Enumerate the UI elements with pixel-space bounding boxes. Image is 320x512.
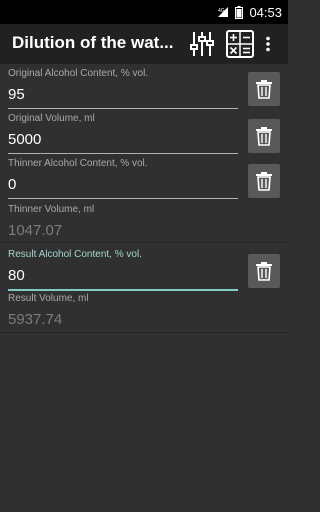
original-volume-label: Original Volume, ml bbox=[8, 113, 95, 124]
status-bar: 4G 04:53 bbox=[0, 0, 288, 24]
original-alcohol-label: Original Alcohol Content, % vol. bbox=[8, 68, 149, 79]
trash-icon bbox=[256, 127, 272, 146]
result-alcohol-input[interactable]: 80 bbox=[8, 266, 238, 285]
clear-result-alcohol-button[interactable] bbox=[248, 254, 280, 288]
clear-original-alcohol-button[interactable] bbox=[248, 72, 280, 106]
input-underline-focused bbox=[8, 289, 238, 291]
status-icons: 4G 04:53 bbox=[217, 0, 282, 24]
status-time: 04:53 bbox=[249, 4, 282, 20]
trash-icon bbox=[256, 80, 272, 99]
trash-icon bbox=[256, 262, 272, 281]
thinner-volume-field: Thinner Volume, ml 1047.07 bbox=[8, 204, 238, 240]
app-title: Dilution of the wat... bbox=[12, 33, 174, 52]
original-alcohol-input[interactable]: 95 bbox=[8, 85, 238, 104]
trash-icon bbox=[256, 172, 272, 191]
input-underline bbox=[8, 108, 238, 109]
thinner-volume-value: 1047.07 bbox=[8, 222, 63, 239]
form-content: Original Alcohol Content, % vol. 95 Orig… bbox=[0, 64, 288, 512]
result-volume-value: 5937.74 bbox=[8, 311, 63, 328]
thinner-alcohol-field[interactable]: Thinner Alcohol Content, % vol. 0 bbox=[8, 158, 238, 199]
original-volume-input[interactable]: 5000 bbox=[8, 130, 238, 149]
divider bbox=[0, 332, 288, 333]
signal-icon: 4G bbox=[218, 7, 229, 17]
svg-text:4G: 4G bbox=[218, 8, 225, 14]
input-underline bbox=[8, 198, 238, 199]
result-volume-label: Result Volume, ml bbox=[8, 293, 89, 304]
sliders-icon[interactable] bbox=[186, 28, 218, 60]
result-alcohol-field[interactable]: Result Alcohol Content, % vol. 80 bbox=[8, 249, 238, 291]
clear-original-volume-button[interactable] bbox=[248, 119, 280, 153]
original-volume-field[interactable]: Original Volume, ml 5000 bbox=[8, 113, 238, 154]
original-alcohol-field[interactable]: Original Alcohol Content, % vol. 95 bbox=[8, 68, 238, 109]
divider bbox=[0, 242, 288, 243]
thinner-alcohol-input[interactable]: 0 bbox=[8, 175, 238, 194]
more-vert-icon[interactable] bbox=[262, 36, 274, 52]
input-underline bbox=[8, 153, 238, 154]
calculator-icon[interactable] bbox=[224, 28, 256, 60]
battery-icon bbox=[235, 5, 244, 19]
app-bar: Dilution of the wat... bbox=[0, 24, 288, 64]
clear-thinner-alcohol-button[interactable] bbox=[248, 164, 280, 198]
thinner-alcohol-label: Thinner Alcohol Content, % vol. bbox=[8, 158, 148, 169]
result-volume-field: Result Volume, ml 5937.74 bbox=[8, 293, 238, 329]
thinner-volume-label: Thinner Volume, ml bbox=[8, 204, 95, 215]
result-alcohol-label: Result Alcohol Content, % vol. bbox=[8, 249, 142, 260]
